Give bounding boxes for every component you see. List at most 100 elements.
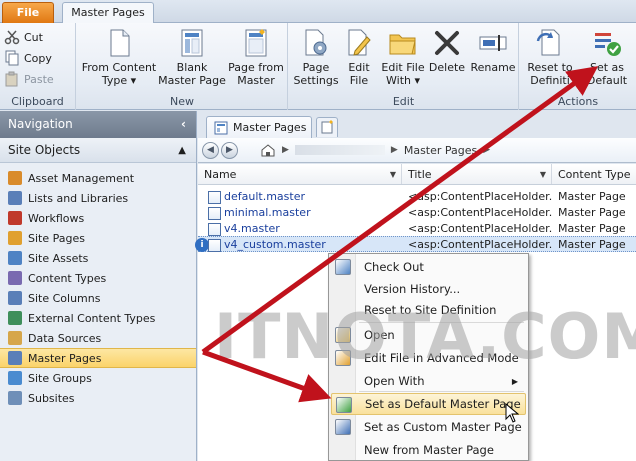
column-filter-icon[interactable]: ▼ <box>540 164 546 185</box>
table-row[interactable]: i v4_custom.master <asp:ContentPlaceHolder… <box>195 236 636 252</box>
page-settings-label-1: Page <box>302 61 330 74</box>
set-as-default-button[interactable]: Set as Default <box>580 27 634 93</box>
file-name-cell[interactable]: v4.master <box>198 222 402 236</box>
file-name-cell[interactable]: default.master <box>198 190 402 204</box>
menu-item-label: Open <box>364 328 395 342</box>
from-content-type-label-1: From Content <box>81 61 157 74</box>
menu-item-label: Reset to Site Definition <box>364 303 497 317</box>
menu-item[interactable]: Edit File in Advanced Mode <box>331 347 526 369</box>
nav-item-label: Subsites <box>28 391 75 405</box>
page-settings-button[interactable]: Page Settings <box>291 27 341 93</box>
cut-button[interactable]: Cut <box>4 27 43 47</box>
nav-item[interactable]: Master Pages <box>0 348 196 368</box>
edit-file-with-label-2: With ▾ <box>386 74 420 87</box>
home-icon[interactable] <box>260 143 276 157</box>
table-row[interactable]: minimal.master <asp:ContentPlaceHolder...… <box>198 204 636 220</box>
nav-item-label: Site Groups <box>28 371 92 385</box>
navigation-header: Navigation ‹ <box>0 111 196 138</box>
pages-icon <box>8 231 22 245</box>
rename-label: Rename <box>470 61 516 74</box>
file-name-cell[interactable]: minimal.master <box>198 206 402 220</box>
file-type-cell: Master Page <box>558 205 626 219</box>
ribbon-tabstrip: File Master Pages <box>0 0 636 24</box>
nav-item-label: Content Types <box>28 271 107 285</box>
menu-item-label: Version History... <box>364 282 461 296</box>
menu-item-label: Set as Custom Master Page <box>364 420 522 434</box>
rename-button[interactable]: Rename <box>469 27 517 93</box>
edit-file-with-button[interactable]: Edit File With ▾ <box>379 27 427 93</box>
copy-button[interactable]: Copy <box>4 48 52 68</box>
set-default-icon <box>336 397 352 413</box>
column-name[interactable]: Name ▼ <box>198 164 402 184</box>
nav-item-label: Site Columns <box>28 291 101 305</box>
menu-item[interactable]: New from Master Page <box>331 439 526 461</box>
master-pages-icon <box>8 351 22 365</box>
nav-item[interactable]: Content Types <box>0 268 196 288</box>
site-objects-header[interactable]: Site Objects ▲ <box>0 138 196 163</box>
from-content-type-button[interactable]: From Content Type ▾ <box>81 27 157 93</box>
file-type-cell: Master Page <box>558 189 626 203</box>
column-content-type[interactable]: Content Type <box>552 164 636 184</box>
table-row[interactable]: v4.master <asp:ContentPlaceHolder... Maste… <box>198 220 636 236</box>
cut-label: Cut <box>24 30 43 44</box>
file-title-cell: <asp:ContentPlaceHolder... <box>408 237 552 251</box>
file-name-cell[interactable]: i v4_custom.master <box>195 237 402 252</box>
menu-item[interactable]: Reset to Site Definition <box>331 299 526 321</box>
nav-item[interactable]: Site Groups <box>0 368 196 388</box>
master-pages-tab-icon <box>214 121 228 134</box>
blank-master-label-1: Blank <box>176 61 208 74</box>
new-tab-button[interactable] <box>316 117 338 137</box>
menu-item[interactable]: Version History... <box>331 278 526 300</box>
paste-button[interactable]: Paste <box>4 69 54 89</box>
page-from-master-label-1: Page from <box>228 61 284 74</box>
menu-item[interactable]: Open <box>331 324 526 346</box>
back-button[interactable]: ◀ <box>202 141 219 159</box>
blurred-site-path <box>294 145 385 155</box>
page-from-master-button[interactable]: Page from Master <box>227 27 285 93</box>
edit-group: Page Settings Edit File Edit File With ▾… <box>289 23 519 110</box>
column-title[interactable]: Title ▼ <box>402 164 552 184</box>
menu-item-label: New from Master Page <box>364 443 494 457</box>
site-objects-title: Site Objects <box>8 143 81 157</box>
nav-item[interactable]: Subsites <box>0 388 196 408</box>
master-file-icon <box>208 238 221 252</box>
tab-master-pages[interactable]: Master Pages <box>62 2 154 24</box>
file-title-cell: <asp:ContentPlaceHolder... <box>408 205 552 219</box>
column-filter-icon[interactable]: ▼ <box>390 164 396 185</box>
nav-item[interactable]: Data Sources <box>0 328 196 348</box>
collapse-pane-icon[interactable]: ‹ <box>181 111 186 138</box>
tab-master-pages-document[interactable]: Master Pages <box>206 116 312 138</box>
nav-item[interactable]: Site Assets <box>0 248 196 268</box>
external-icon <box>8 311 22 325</box>
menu-item[interactable]: Set as Custom Master Page <box>331 416 526 438</box>
scissors-icon <box>4 30 20 45</box>
delete-button[interactable]: Delete <box>427 27 467 93</box>
set-custom-icon <box>335 419 351 435</box>
rename-icon <box>479 35 507 51</box>
delete-icon <box>435 31 459 55</box>
file-type-cell: Master Page <box>558 221 626 235</box>
blank-master-page-button[interactable]: Blank Master Page <box>157 27 227 93</box>
forward-button[interactable]: ▶ <box>221 141 238 159</box>
menu-item[interactable]: Set as Default Master Page <box>331 393 526 415</box>
content-types-icon <box>8 271 22 285</box>
edit-file-button[interactable]: Edit File <box>341 27 377 93</box>
breadcrumb-master-pages[interactable]: Master Pages <box>404 144 477 157</box>
navigation-pane: Navigation ‹ Site Objects ▲ Asset Manage… <box>0 111 197 461</box>
menu-item[interactable]: Check Out <box>331 256 526 278</box>
nav-item[interactable]: Asset Management <box>0 168 196 188</box>
nav-item[interactable]: Workflows <box>0 208 196 228</box>
file-title-cell: <asp:ContentPlaceHolder... <box>408 221 552 235</box>
chevron-up-icon: ▲ <box>178 145 186 156</box>
nav-item[interactable]: Site Pages <box>0 228 196 248</box>
reset-to-definition-button[interactable]: Reset to Definiti <box>522 27 578 93</box>
tab-file[interactable]: File <box>2 2 54 23</box>
navigation-title: Navigation <box>8 117 73 131</box>
table-row[interactable]: default.master <asp:ContentPlaceHolder...… <box>198 188 636 204</box>
nav-item[interactable]: External Content Types <box>0 308 196 328</box>
nav-item[interactable]: Lists and Libraries <box>0 188 196 208</box>
set-as-default-label-2: Default <box>586 74 628 87</box>
nav-item[interactable]: Site Columns <box>0 288 196 308</box>
edit-file-label-1: Edit <box>348 61 370 74</box>
menu-item[interactable]: Open With ▶ <box>331 370 526 392</box>
